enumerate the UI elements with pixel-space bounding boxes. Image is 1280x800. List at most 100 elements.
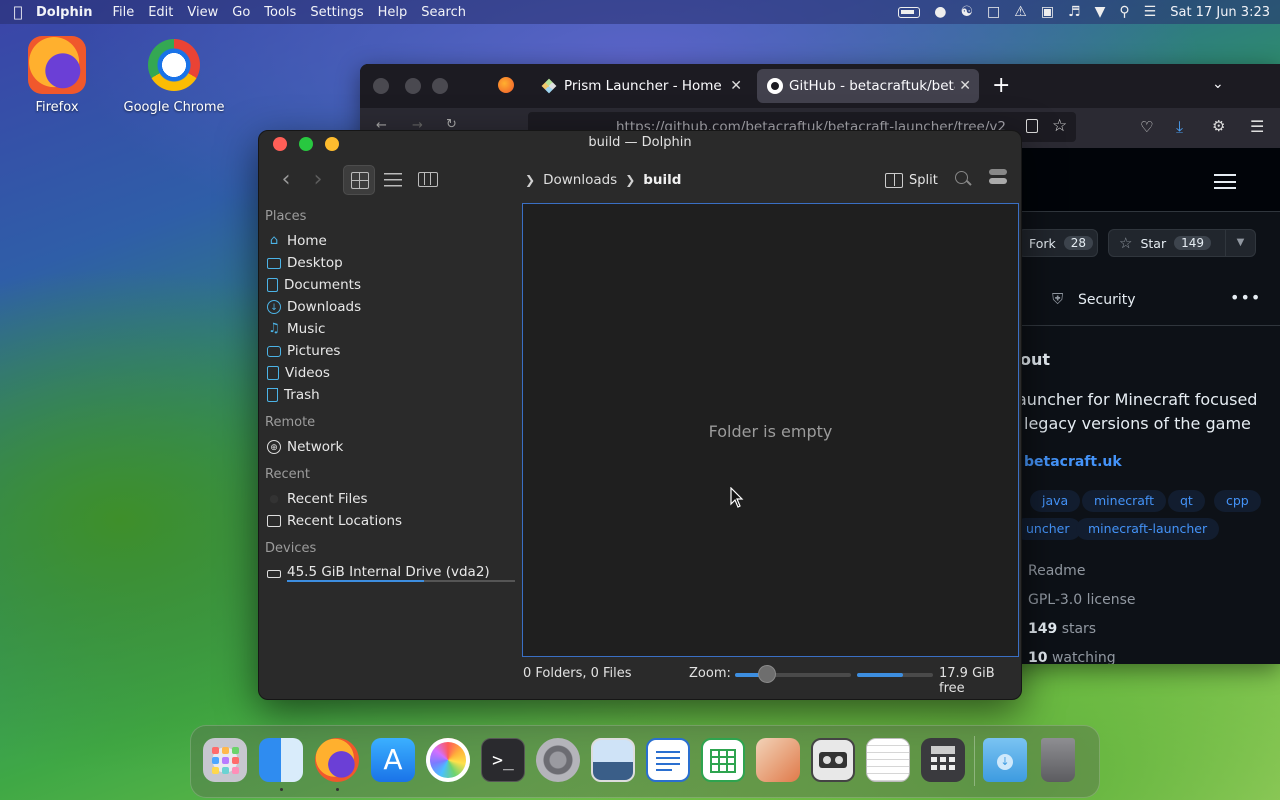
topic-tag[interactable]: qt — [1168, 490, 1205, 512]
tab-github[interactable]: GitHub - betacraftuk/betac ✕ — [757, 69, 979, 103]
more-options-icon[interactable]: ••• — [1230, 288, 1261, 307]
menu-edit[interactable]: Edit — [148, 5, 173, 20]
volume-icon[interactable]: ♬ — [1068, 5, 1081, 19]
details-view-button[interactable] — [377, 165, 409, 195]
search-icon[interactable]: ⚲ — [1119, 5, 1129, 19]
reader-view-icon[interactable] — [1026, 119, 1038, 133]
breadcrumb-current[interactable]: build — [643, 172, 681, 188]
sidebar-item-network[interactable]: ⊕ Network — [267, 436, 343, 458]
sidebar-item-pictures[interactable]: Pictures — [267, 340, 340, 362]
file-view[interactable]: Folder is empty — [522, 203, 1019, 657]
trash-icon[interactable] — [1041, 738, 1075, 782]
list-all-tabs-icon[interactable]: ⌄ — [1212, 76, 1224, 92]
user-icon[interactable]: ● — [934, 5, 946, 19]
paint-icon[interactable] — [756, 738, 800, 782]
menu-view[interactable]: View — [187, 5, 218, 20]
window-close-button[interactable] — [373, 78, 389, 94]
topic-tag[interactable]: java — [1030, 490, 1081, 512]
breadcrumb-item[interactable]: Downloads — [543, 172, 617, 188]
columns-view-button[interactable] — [411, 165, 443, 195]
stars-link[interactable]: 149 stars — [1028, 621, 1096, 637]
forward-button[interactable]: › — [305, 168, 331, 194]
notes-icon[interactable] — [866, 738, 910, 782]
extensions-icon[interactable]: ⚙ — [1212, 117, 1225, 135]
free-space-bar[interactable] — [857, 673, 933, 677]
sidebar-item-recent-locations[interactable]: Recent Locations — [267, 510, 402, 532]
back-button[interactable]: ‹ — [273, 168, 299, 194]
photos-icon[interactable] — [426, 738, 470, 782]
finder-icon[interactable] — [259, 738, 303, 782]
control-center-icon[interactable]: ☰ — [1144, 5, 1157, 19]
split-button[interactable]: Split — [885, 167, 938, 193]
menu-tools[interactable]: Tools — [264, 5, 296, 20]
close-button[interactable] — [273, 137, 287, 151]
network-dropdown-icon[interactable]: ▼ — [1095, 5, 1106, 19]
sidebar-item-desktop[interactable]: Desktop — [267, 252, 343, 274]
apple-menu-icon[interactable]:  — [0, 3, 36, 21]
app-store-icon[interactable]: A — [371, 738, 415, 782]
clock[interactable]: Sat 17 Jun 3:23 — [1170, 5, 1270, 20]
readme-link[interactable]: Readme — [1028, 563, 1085, 579]
hamburger-menu-icon[interactable] — [989, 168, 1007, 186]
window-maximize-button[interactable] — [432, 78, 448, 94]
sidebar-item-downloads[interactable]: ↓ Downloads — [267, 296, 361, 318]
accessibility-icon[interactable]: ☯ — [960, 5, 973, 19]
topic-tag[interactable]: cpp — [1214, 490, 1261, 512]
launchpad-icon[interactable] — [203, 738, 247, 782]
chevron-right-icon[interactable]: ❯ — [525, 173, 535, 187]
terminal-icon[interactable]: >_ — [481, 738, 525, 782]
zoom-slider[interactable] — [735, 673, 851, 677]
calculator-icon[interactable] — [921, 738, 965, 782]
star-button[interactable]: ☆ Star 149 ▼ — [1108, 229, 1256, 257]
license-link[interactable]: GPL-3.0 license — [1028, 592, 1135, 608]
firefox-icon[interactable] — [315, 738, 359, 782]
icons-view-button[interactable] — [343, 165, 375, 195]
calc-spreadsheet-icon[interactable] — [701, 738, 745, 782]
menu-settings[interactable]: Settings — [310, 5, 363, 20]
display-icon[interactable]: ▣ — [1041, 5, 1054, 19]
chevron-right-icon[interactable]: ❯ — [625, 173, 635, 187]
zoom-slider-handle[interactable] — [758, 665, 777, 683]
tab-close-icon[interactable]: ✕ — [730, 78, 742, 94]
sidebar-item-trash[interactable]: Trash — [267, 384, 320, 406]
search-icon[interactable] — [955, 171, 968, 184]
watching-link[interactable]: 10 watching — [1028, 650, 1116, 664]
new-tab-icon[interactable]: + — [992, 73, 1010, 98]
window-minimize-button[interactable] — [405, 78, 421, 94]
topic-tag[interactable]: uncher — [1014, 518, 1082, 540]
tab-prism-launcher[interactable]: Prism Launcher - Home ✕ — [532, 69, 750, 103]
pocket-icon[interactable]: ♡ — [1140, 118, 1153, 136]
topic-tag[interactable]: minecraft-launcher — [1076, 518, 1220, 540]
sidebar-item-music[interactable]: ♫ Music — [267, 318, 325, 340]
github-menu-icon[interactable] — [1214, 174, 1236, 189]
downloads-icon[interactable]: ⤓ — [1176, 117, 1183, 137]
maximize-button[interactable] — [299, 137, 313, 151]
battery-icon[interactable] — [898, 6, 921, 18]
tab-close-icon[interactable]: ✕ — [955, 78, 971, 94]
sidebar-item-home[interactable]: ⌂ Home — [267, 230, 327, 252]
system-settings-icon[interactable] — [536, 738, 580, 782]
menu-search[interactable]: Search — [421, 5, 466, 20]
topic-tag[interactable]: minecraft — [1082, 490, 1167, 512]
menu-help[interactable]: Help — [378, 5, 408, 20]
notifications-muted-icon[interactable]: ⚠ — [1014, 5, 1027, 19]
star-dropdown-icon[interactable]: ▼ — [1225, 230, 1255, 256]
sidebar-item-videos[interactable]: Videos — [267, 362, 330, 384]
firefox-view-icon[interactable] — [498, 77, 514, 93]
app-menu-icon[interactable]: ☰ — [1250, 117, 1264, 136]
sidebar-item-documents[interactable]: Documents — [267, 274, 361, 296]
minimize-button[interactable] — [325, 137, 339, 151]
desktop-icon-firefox[interactable]: Firefox — [2, 36, 112, 115]
writer-icon[interactable] — [646, 738, 690, 782]
preview-icon[interactable] — [591, 738, 635, 782]
bookmark-star-icon[interactable]: ☆ — [1052, 116, 1067, 136]
clipboard-icon[interactable]: □ — [987, 5, 1000, 19]
downloads-stack-icon[interactable]: ↓ — [983, 738, 1027, 782]
desktop-icon-chrome[interactable]: Google Chrome — [119, 36, 229, 115]
repo-tab-security[interactable]: Security — [1078, 292, 1136, 308]
fork-button[interactable]: Fork 28 — [1018, 229, 1098, 257]
menu-go[interactable]: Go — [232, 5, 250, 20]
tape-recorder-icon[interactable] — [811, 738, 855, 782]
sidebar-item-recent-files[interactable]: ● Recent Files — [267, 488, 367, 510]
active-app-name[interactable]: Dolphin — [36, 5, 92, 20]
